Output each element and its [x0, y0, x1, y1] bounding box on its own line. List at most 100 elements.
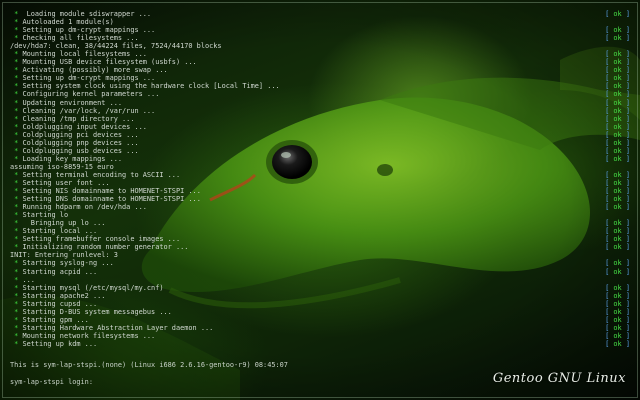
boot-log-line: * Starting mysql (/etc/mysql/my.cnf) [ ok…	[10, 284, 634, 292]
boot-log-line: * Autoloaded 1 module(s)	[10, 18, 634, 26]
boot-log-text: Coldplugging pnp devices ...	[22, 138, 139, 147]
boot-log-text: Setting up kdm ...	[22, 339, 98, 348]
status-ok-badge: [ ok ]	[605, 170, 630, 179]
boot-log-text: Mounting local filesystems ...	[22, 50, 147, 59]
boot-log-text: ...	[22, 275, 35, 284]
status-ok-badge: [ ok ]	[605, 10, 630, 18]
boot-log-text: Running hdparm on /dev/hda ...	[22, 203, 147, 212]
boot-log-text: Updating environment ...	[22, 98, 123, 107]
bullet-star-icon: *	[10, 90, 23, 99]
kernel-banner: This is sym-lap-stspi.(none) (Linux i686…	[10, 361, 288, 369]
boot-log-line: * Setting NIS domainname to HOMENET-STSP…	[10, 187, 634, 195]
status-ok-badge: [ ok ]	[605, 130, 630, 139]
bullet-star-icon: *	[10, 146, 23, 155]
status-ok-badge: [ ok ]	[605, 122, 630, 131]
bullet-star-icon: *	[10, 34, 23, 43]
status-ok-badge: [ ok ]	[605, 34, 630, 43]
boot-log-line: * Starting apache2 ... [ ok ]	[10, 292, 634, 300]
boot-log-text: Activating (possibly) more swap ...	[22, 66, 168, 75]
status-ok-badge: [ ok ]	[605, 331, 630, 340]
bullet-star-icon: *	[10, 154, 23, 163]
bullet-star-icon: *	[10, 138, 23, 147]
boot-log-text: INIT: Entering runlevel: 3	[10, 251, 118, 260]
status-ok-badge: [ ok ]	[605, 203, 630, 212]
boot-log-text: Starting Hardware Abstraction Layer daem…	[22, 323, 214, 332]
bullet-star-icon: *	[10, 114, 23, 123]
boot-log-text: Starting D-BUS system messagebus ...	[22, 307, 172, 316]
bullet-star-icon: *	[10, 307, 23, 316]
boot-log-line: * Bringing up lo ... [ ok ]	[10, 219, 634, 227]
boot-log-line: * Activating (possibly) more swap ... [ o…	[10, 66, 634, 74]
status-ok-badge: [ ok ]	[605, 98, 630, 107]
boot-log-text: Checking all filesystems ...	[22, 34, 139, 43]
boot-log-text: Setting up dm-crypt mappings ...	[22, 26, 156, 35]
bullet-star-icon: *	[10, 211, 23, 220]
bullet-star-icon: *	[10, 331, 23, 340]
bullet-star-icon: *	[10, 26, 23, 35]
boot-log-text: assuming iso-8859-15 euro	[10, 162, 114, 171]
boot-log-text: Starting lo	[22, 211, 69, 220]
boot-log-text: Configuring kernel parameters ...	[22, 90, 160, 99]
boot-log-text: Bringing up lo ...	[22, 219, 106, 228]
bullet-star-icon: *	[10, 267, 23, 276]
status-ok-badge: [ ok ]	[605, 106, 630, 115]
status-ok-badge: [ ok ]	[605, 323, 630, 332]
boot-log-text: Starting syslog-ng ...	[22, 259, 114, 268]
boot-log-text: Cleaning /var/lock, /var/run ...	[22, 106, 156, 115]
boot-log-line: * Starting D-BUS system messagebus ... [ …	[10, 308, 634, 316]
boot-log-text: Coldplugging input devices ...	[22, 122, 147, 131]
bullet-star-icon: *	[10, 203, 23, 212]
bullet-star-icon: *	[10, 74, 23, 83]
boot-log-line: * Starting gpm ... [ ok ]	[10, 316, 634, 324]
status-ok-badge: [ ok ]	[605, 58, 630, 67]
status-ok-badge: [ ok ]	[605, 138, 630, 147]
boot-log-text: Setting DNS domainname to HOMENET-STSPI …	[22, 195, 201, 204]
bullet-star-icon: *	[10, 339, 23, 348]
bullet-star-icon: *	[10, 219, 23, 228]
boot-log-text: Autoloaded 1 module(s)	[22, 18, 114, 27]
boot-log-line: * Loading key mappings ... [ ok ]	[10, 155, 634, 163]
boot-log-line: * Starting Hardware Abstraction Layer da…	[10, 324, 634, 332]
boot-console-screen: * Loading module sdiswrapper ... [ ok ] *…	[0, 0, 640, 400]
status-ok-badge: [ ok ]	[605, 187, 630, 196]
boot-log-line: * Setting up kdm ... [ ok ]	[10, 340, 634, 348]
boot-log-line: INIT: Entering runlevel: 3	[10, 251, 634, 259]
boot-log-text: Cleaning /tmp directory ...	[22, 114, 135, 123]
bullet-star-icon: *	[10, 10, 23, 18]
status-ok-badge: [ ok ]	[605, 219, 630, 228]
boot-log-line: * Cleaning /var/lock, /var/run ... [ ok ]	[10, 107, 634, 115]
boot-log-text: Starting mysql (/etc/mysql/my.cnf)	[22, 283, 164, 292]
bullet-star-icon: *	[10, 170, 23, 179]
boot-log-text: Setting framebuffer console images ...	[22, 235, 181, 244]
bullet-star-icon: *	[10, 227, 23, 236]
login-prompt[interactable]: sym-lap-stspi login:	[10, 378, 93, 386]
status-ok-badge: [ ok ]	[605, 178, 630, 187]
boot-log-line: /dev/hda7: clean, 38/44224 files, 7524/4…	[10, 42, 634, 50]
boot-log-text: Mounting USB device filesystem (usbfs) .…	[22, 58, 197, 67]
boot-log-text: Loading key mappings ...	[22, 154, 123, 163]
boot-log-text: /dev/hda7: clean, 38/44224 files, 7524/4…	[10, 42, 222, 51]
boot-log-text: Coldplugging pci devices ...	[22, 130, 139, 139]
boot-log-line: assuming iso-8859-15 euro	[10, 163, 634, 171]
bullet-star-icon: *	[10, 18, 23, 27]
status-ok-badge: [ ok ]	[605, 315, 630, 324]
boot-log-line: * Setting user font ... [ ok ]	[10, 179, 634, 187]
boot-log-line: * Mounting USB device filesystem (usbfs)…	[10, 58, 634, 66]
bullet-star-icon: *	[10, 50, 23, 59]
status-ok-badge: [ ok ]	[605, 195, 630, 204]
boot-log-line: * Configuring kernel parameters ... [ ok …	[10, 90, 634, 98]
boot-log-text: Setting user font ...	[22, 178, 110, 187]
boot-log-line: * Loading module sdiswrapper ... [ ok ]	[10, 10, 634, 18]
boot-log-line: * ...	[10, 276, 634, 284]
status-ok-badge: [ ok ]	[605, 243, 630, 252]
status-ok-badge: [ ok ]	[605, 66, 630, 75]
boot-log-text: Setting up dm-crypt mappings ...	[22, 74, 156, 83]
boot-log-line: * Starting syslog-ng ... [ ok ]	[10, 259, 634, 267]
boot-log-text: Starting gpm ...	[22, 315, 89, 324]
bullet-star-icon: *	[10, 106, 23, 115]
status-ok-badge: [ ok ]	[605, 307, 630, 316]
status-ok-badge: [ ok ]	[605, 291, 630, 300]
gentoo-brand-text: Gentoo GNU Linux	[492, 371, 626, 386]
status-ok-badge: [ ok ]	[605, 74, 630, 83]
boot-log-line: * Setting system clock using the hardwar…	[10, 82, 634, 90]
